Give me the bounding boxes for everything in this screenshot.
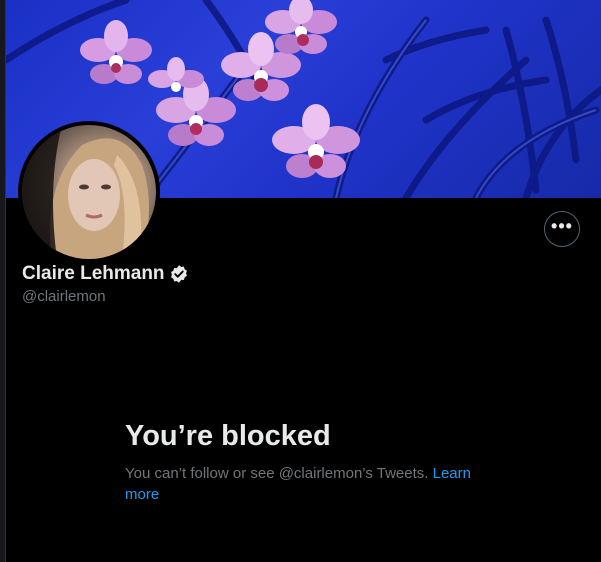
more-options-button[interactable]: •••: [544, 211, 580, 247]
profile-avatar[interactable]: [18, 121, 160, 263]
more-options-icon: •••: [551, 216, 573, 236]
blocked-message-text: You can’t follow or see @clairlemon’s Tw…: [125, 465, 433, 482]
avatar-photo: [22, 125, 156, 259]
profile-name-row: Claire Lehmann: [22, 263, 189, 285]
verified-badge-icon[interactable]: [169, 264, 189, 284]
profile-handle: @clairlemon: [22, 288, 106, 305]
display-name: Claire Lehmann: [22, 263, 165, 284]
blocked-title: You’re blocked: [125, 420, 331, 452]
blocked-message: You can’t follow or see @clairlemon’s Tw…: [125, 463, 485, 505]
